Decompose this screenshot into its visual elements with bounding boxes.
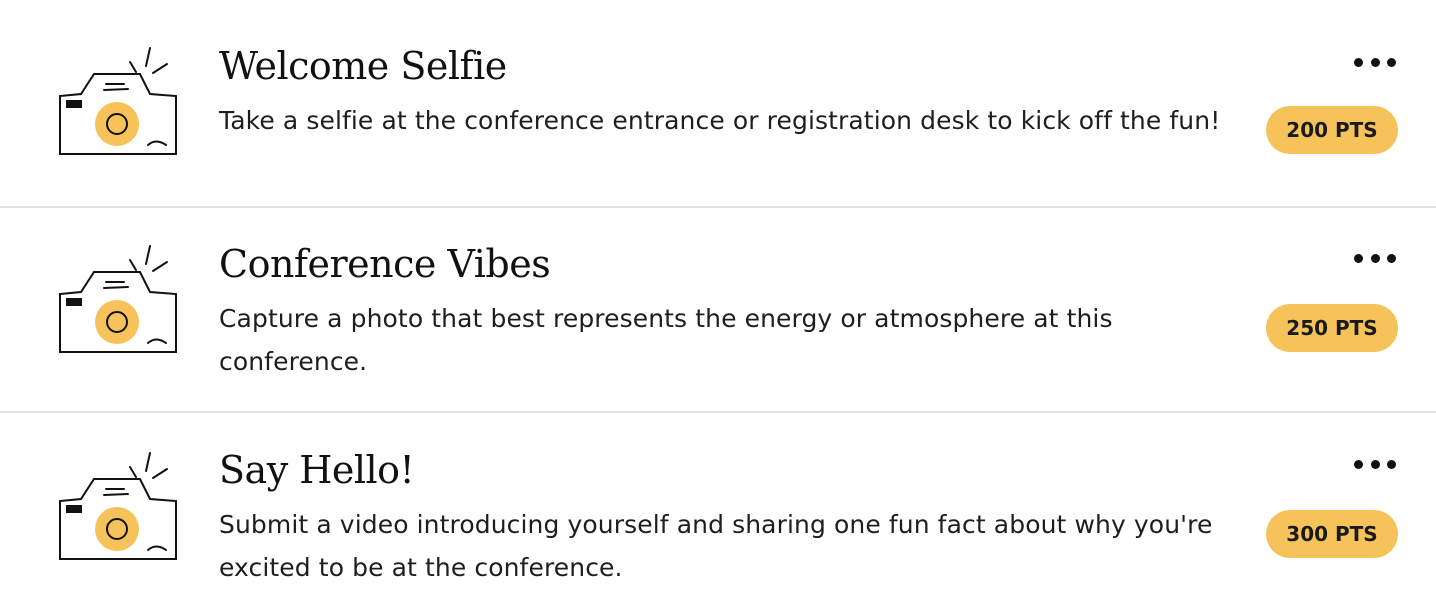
more-dot-icon (1370, 253, 1380, 263)
challenge-title: Welcome Selfie (219, 44, 507, 88)
more-dot-icon (1354, 57, 1363, 67)
challenge-card[interactable]: Welcome Selfie Take a selfie at the conf… (0, 0, 1436, 206)
challenge-description: Capture a photo that best represents the… (219, 304, 1113, 376)
points-badge: 300 PTS (1266, 510, 1398, 558)
camera-icon (52, 42, 180, 162)
camera-icon (52, 240, 180, 360)
more-options-button[interactable] (1354, 52, 1396, 72)
more-dot-icon (1354, 253, 1363, 263)
points-badge: 200 PTS (1266, 106, 1398, 154)
points-badge: 250 PTS (1266, 304, 1398, 352)
challenge-description: Submit a video introducing yourself and … (219, 510, 1213, 582)
more-dot-icon (1387, 459, 1396, 469)
more-dot-icon (1370, 459, 1380, 469)
challenge-title: Say Hello! (219, 448, 415, 492)
more-dot-icon (1387, 57, 1396, 67)
more-dot-icon (1354, 459, 1363, 469)
challenge-description: Take a selfie at the conference entrance… (219, 106, 1221, 135)
more-options-button[interactable] (1354, 454, 1396, 474)
challenge-title: Conference Vibes (219, 242, 551, 286)
more-dot-icon (1370, 57, 1380, 67)
more-dot-icon (1387, 253, 1396, 263)
challenge-card[interactable]: Conference Vibes Capture a photo that be… (0, 208, 1436, 411)
camera-icon (52, 447, 180, 567)
challenge-card[interactable]: Say Hello! Submit a video introducing yo… (0, 413, 1436, 608)
more-options-button[interactable] (1354, 248, 1396, 268)
challenge-list: Welcome Selfie Take a selfie at the conf… (0, 0, 1436, 608)
